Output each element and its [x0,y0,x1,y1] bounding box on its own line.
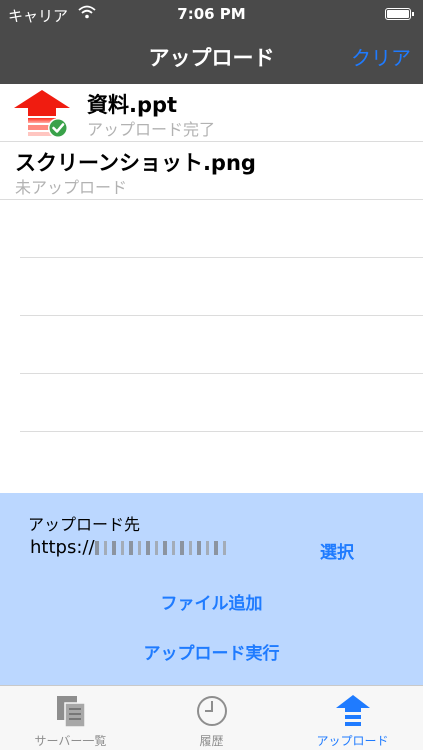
tab-label: アップロード [316,734,389,748]
execute-upload-button[interactable]: アップロード実行 [0,639,423,664]
destination-url: https:// [30,537,227,558]
select-button[interactable]: 選択 [320,538,354,563]
tab-label: 履歴 [199,734,224,748]
tab-bar: サーバー一覧 履歴 アップロード [0,685,423,750]
clear-button[interactable]: クリア [351,42,411,71]
tab-upload[interactable]: アップロード [282,686,423,751]
upload-complete-icon [14,90,70,138]
server-list-icon [56,696,86,728]
destination-label: アップロード先 [28,515,141,534]
file-name: 資料.ppt [87,93,178,117]
clock-time: 7:06 PM [177,5,246,23]
empty-row [20,316,423,374]
status-bar: キャリア 7:06 PM [0,0,423,28]
tab-history[interactable]: 履歴 [141,686,282,751]
tab-server-list[interactable]: サーバー一覧 [0,686,141,751]
empty-row [20,200,423,258]
upload-arrow-icon [335,695,370,726]
navigation-bar: アップロード クリア [0,28,423,84]
upload-file-list: 資料.ppt アップロード完了 スクリーンショット.png 未アップロード [0,84,423,432]
empty-row [20,374,423,432]
file-status: 未アップロード [15,178,128,197]
empty-row [20,258,423,316]
tab-label: サーバー一覧 [34,734,107,748]
list-item[interactable]: 資料.ppt アップロード完了 [0,84,423,142]
file-name: スクリーンショット.png [15,151,256,175]
file-status: アップロード完了 [87,120,216,139]
battery-icon [385,8,414,20]
upload-settings-panel: アップロード先 https:// 選択 ファイル追加 アップロード実行 [0,493,423,685]
add-file-button[interactable]: ファイル追加 [0,589,423,614]
list-item[interactable]: スクリーンショット.png 未アップロード [0,142,423,200]
url-prefix: https:// [30,537,95,558]
redacted-url [94,541,227,555]
clock-icon [196,696,227,726]
